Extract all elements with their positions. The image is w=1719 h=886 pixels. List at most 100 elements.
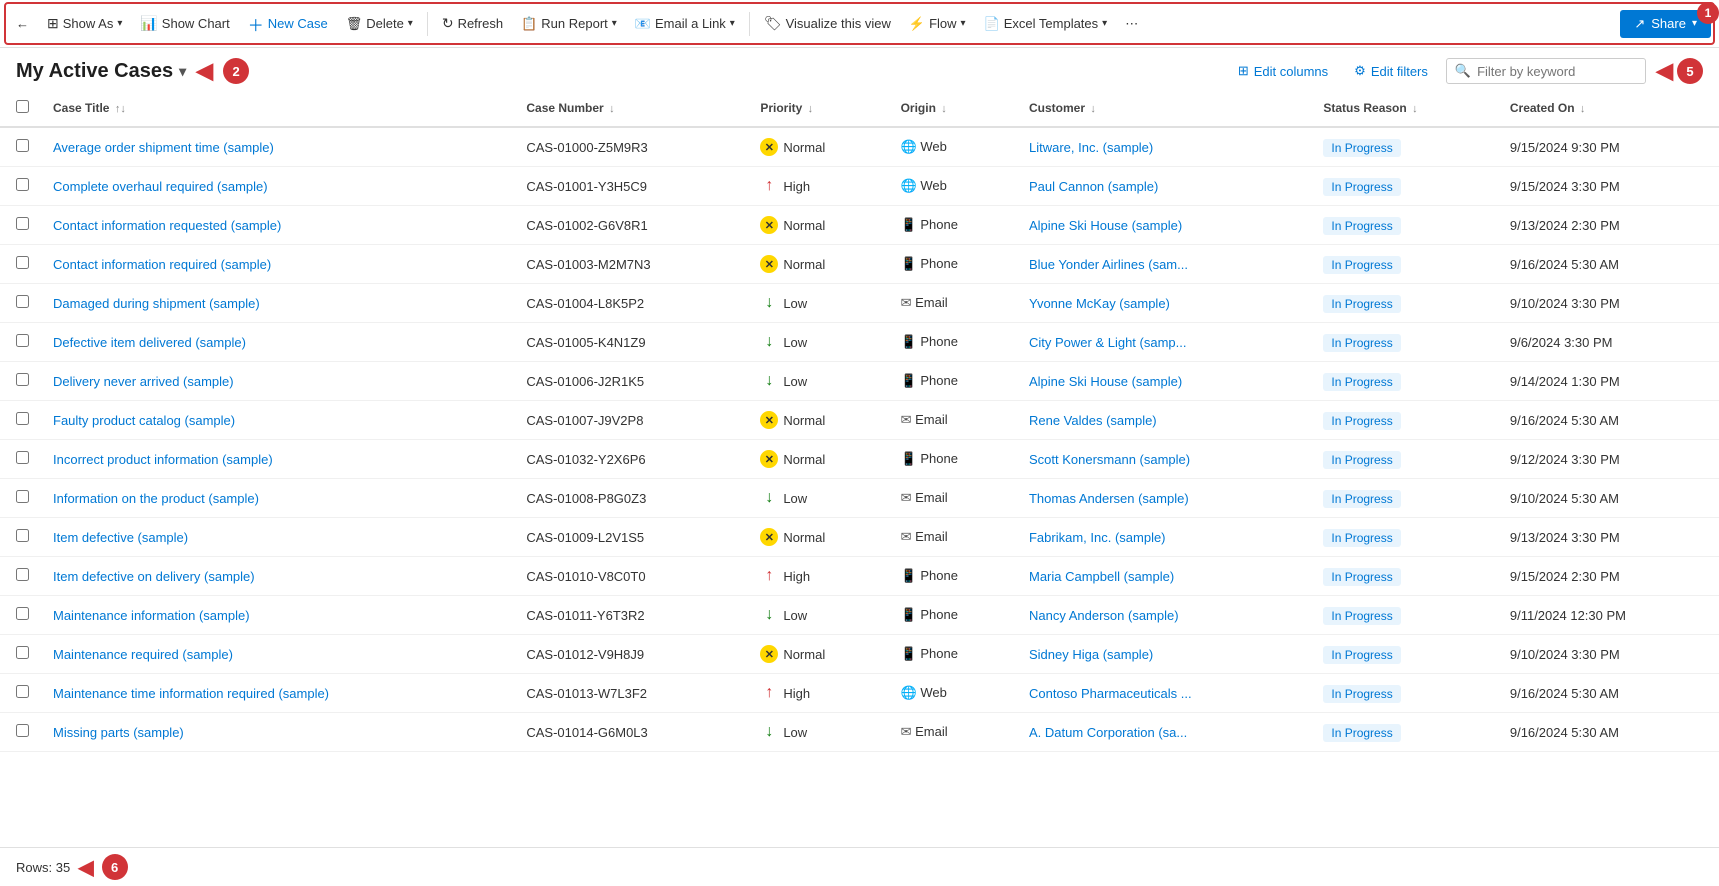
case-number-cell: CAS-01003-M2M7N3 bbox=[514, 245, 748, 284]
case-title-link[interactable]: Item defective (sample) bbox=[53, 530, 188, 545]
case-title-link[interactable]: Defective item delivered (sample) bbox=[53, 335, 246, 350]
row-checkbox[interactable] bbox=[16, 412, 29, 425]
priority-normal-icon: ✕ bbox=[760, 450, 778, 468]
customer-link[interactable]: Alpine Ski House (sample) bbox=[1029, 218, 1182, 233]
row-checkbox[interactable] bbox=[16, 529, 29, 542]
rows-label: Rows: 35 bbox=[16, 860, 70, 875]
priority-cell: ↓ Low bbox=[760, 372, 807, 390]
row-checkbox[interactable] bbox=[16, 373, 29, 386]
run-report-chevron: ▾ bbox=[612, 18, 617, 29]
case-title-link[interactable]: Incorrect product information (sample) bbox=[53, 452, 273, 467]
row-checkbox[interactable] bbox=[16, 451, 29, 464]
col-status-reason[interactable]: Status Reason ↓ ↓ 3 4 bbox=[1311, 90, 1498, 127]
col-origin[interactable]: Origin ↓ bbox=[889, 90, 1017, 127]
row-checkbox[interactable] bbox=[16, 490, 29, 503]
created-on-cell: 9/16/2024 5:30 AM bbox=[1498, 245, 1719, 284]
col-case-number[interactable]: Case Number ↓ bbox=[514, 90, 748, 127]
priority-high-icon: ↑ bbox=[760, 684, 778, 702]
col-priority[interactable]: Priority ↓ bbox=[748, 90, 888, 127]
edit-columns-icon: ⊞ bbox=[1238, 63, 1249, 79]
show-as-button[interactable]: ⊞ Show As ▾ bbox=[39, 10, 130, 37]
filter-input[interactable] bbox=[1477, 64, 1637, 79]
edit-filters-button[interactable]: ⚙ Edit filters bbox=[1346, 59, 1436, 83]
row-checkbox[interactable] bbox=[16, 217, 29, 230]
delete-button[interactable]: 🗑 Delete ▾ bbox=[338, 11, 421, 37]
origin-cell: ✉ Email bbox=[901, 724, 948, 739]
customer-link[interactable]: Blue Yonder Airlines (sam... bbox=[1029, 257, 1188, 272]
refresh-button[interactable]: ↻ Refresh bbox=[434, 10, 511, 37]
row-checkbox[interactable] bbox=[16, 685, 29, 698]
show-chart-button[interactable]: 📊 Show Chart bbox=[132, 10, 237, 37]
customer-link[interactable]: Nancy Anderson (sample) bbox=[1029, 608, 1179, 623]
customer-link[interactable]: A. Datum Corporation (sa... bbox=[1029, 725, 1187, 740]
run-report-icon: 📋 bbox=[521, 16, 537, 32]
customer-link[interactable]: Yvonne McKay (sample) bbox=[1029, 296, 1170, 311]
row-checkbox[interactable] bbox=[16, 724, 29, 737]
customer-link[interactable]: Fabrikam, Inc. (sample) bbox=[1029, 530, 1166, 545]
edit-columns-button[interactable]: ⊞ Edit columns bbox=[1230, 59, 1336, 83]
created-on-sort-icon: ↓ bbox=[1580, 103, 1586, 115]
more-button[interactable]: ⋯ bbox=[1117, 11, 1146, 37]
customer-link[interactable]: City Power & Light (samp... bbox=[1029, 335, 1187, 350]
customer-link[interactable]: Rene Valdes (sample) bbox=[1029, 413, 1157, 428]
created-on-cell: 9/15/2024 2:30 PM bbox=[1498, 557, 1719, 596]
customer-link[interactable]: Contoso Pharmaceuticals ... bbox=[1029, 686, 1192, 701]
case-title-link[interactable]: Delivery never arrived (sample) bbox=[53, 374, 234, 389]
case-title-link[interactable]: Damaged during shipment (sample) bbox=[53, 296, 260, 311]
table-row: Faulty product catalog (sample)CAS-01007… bbox=[0, 401, 1719, 440]
email-link-icon: 📧 bbox=[635, 16, 651, 32]
case-title-link[interactable]: Information on the product (sample) bbox=[53, 491, 259, 506]
flow-button[interactable]: ⚡ Flow ▾ bbox=[901, 11, 974, 37]
run-report-button[interactable]: 📋 Run Report ▾ bbox=[513, 11, 625, 37]
col-case-title[interactable]: Case Title ↑↓ bbox=[41, 90, 514, 127]
excel-chevron: ▾ bbox=[1102, 18, 1107, 29]
case-title-link[interactable]: Complete overhaul required (sample) bbox=[53, 179, 268, 194]
new-case-button[interactable]: ＋ New Case bbox=[240, 7, 336, 41]
back-button[interactable]: ← bbox=[8, 11, 37, 36]
row-checkbox[interactable] bbox=[16, 607, 29, 620]
case-number-cell: CAS-01012-V9H8J9 bbox=[514, 635, 748, 674]
view-title-chevron[interactable]: ▾ bbox=[179, 63, 186, 80]
filter-arrow-annotation: ◀ bbox=[1656, 58, 1673, 84]
customer-link[interactable]: Litware, Inc. (sample) bbox=[1029, 140, 1153, 155]
customer-link[interactable]: Sidney Higa (sample) bbox=[1029, 647, 1153, 662]
case-title-link[interactable]: Item defective on delivery (sample) bbox=[53, 569, 255, 584]
row-checkbox[interactable] bbox=[16, 256, 29, 269]
origin-cell: ✉ Email bbox=[901, 490, 948, 505]
row-checkbox[interactable] bbox=[16, 178, 29, 191]
more-icon: ⋯ bbox=[1125, 16, 1138, 32]
visualize-button[interactable]: 🏷 Visualize this view bbox=[756, 10, 899, 37]
customer-link[interactable]: Maria Campbell (sample) bbox=[1029, 569, 1174, 584]
priority-normal-icon: ✕ bbox=[760, 528, 778, 546]
case-number-sort-icon: ↓ bbox=[609, 103, 615, 115]
excel-templates-button[interactable]: 📄 Excel Templates ▾ bbox=[976, 11, 1116, 37]
customer-sort-icon: ↓ bbox=[1090, 103, 1096, 115]
status-arrow-annotation: ↓ bbox=[1400, 90, 1410, 95]
case-title-link[interactable]: Missing parts (sample) bbox=[53, 725, 184, 740]
table-row: Damaged during shipment (sample)CAS-0100… bbox=[0, 284, 1719, 323]
case-title-link[interactable]: Faulty product catalog (sample) bbox=[53, 413, 235, 428]
show-as-chevron: ▾ bbox=[117, 18, 122, 29]
case-title-link[interactable]: Contact information requested (sample) bbox=[53, 218, 281, 233]
col-created-on[interactable]: Created On ↓ bbox=[1498, 90, 1719, 127]
customer-link[interactable]: Alpine Ski House (sample) bbox=[1029, 374, 1182, 389]
select-all-checkbox[interactable] bbox=[16, 100, 29, 113]
row-checkbox[interactable] bbox=[16, 139, 29, 152]
case-title-link[interactable]: Maintenance information (sample) bbox=[53, 608, 250, 623]
customer-link[interactable]: Paul Cannon (sample) bbox=[1029, 179, 1158, 194]
col-customer[interactable]: Customer ↓ bbox=[1017, 90, 1311, 127]
email-link-button[interactable]: 📧 Email a Link ▾ bbox=[627, 11, 743, 37]
row-checkbox[interactable] bbox=[16, 334, 29, 347]
row-checkbox[interactable] bbox=[16, 568, 29, 581]
created-on-cell: 9/10/2024 3:30 PM bbox=[1498, 284, 1719, 323]
row-checkbox[interactable] bbox=[16, 646, 29, 659]
customer-link[interactable]: Thomas Andersen (sample) bbox=[1029, 491, 1189, 506]
row-checkbox[interactable] bbox=[16, 295, 29, 308]
customer-link[interactable]: Scott Konersmann (sample) bbox=[1029, 452, 1190, 467]
case-title-link[interactable]: Contact information required (sample) bbox=[53, 257, 271, 272]
case-title-link[interactable]: Average order shipment time (sample) bbox=[53, 140, 274, 155]
priority-cell: ✕ Normal bbox=[760, 255, 825, 273]
refresh-label: Refresh bbox=[458, 16, 504, 31]
case-title-link[interactable]: Maintenance time information required (s… bbox=[53, 686, 329, 701]
case-title-link[interactable]: Maintenance required (sample) bbox=[53, 647, 233, 662]
